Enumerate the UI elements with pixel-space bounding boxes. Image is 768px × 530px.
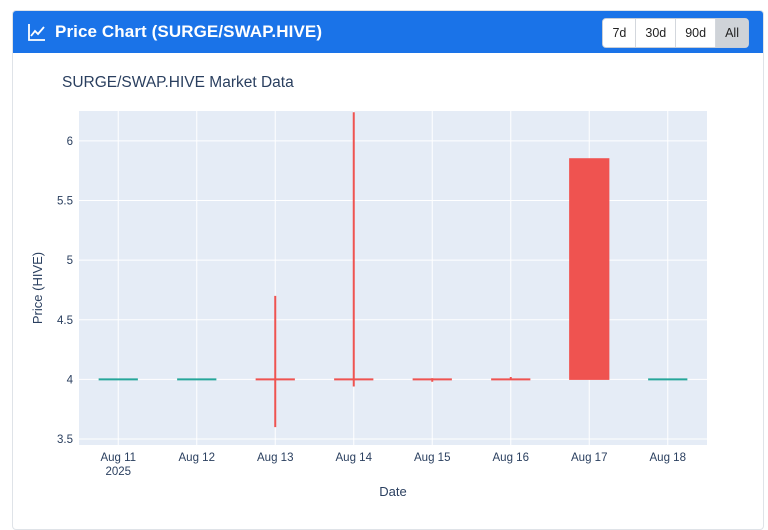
- range-7d-button[interactable]: 7d: [603, 19, 637, 47]
- range-all-button[interactable]: All: [716, 19, 748, 47]
- y-tick-label: 5.5: [57, 195, 73, 207]
- y-tick-label: 5: [67, 255, 73, 267]
- y-axis-title: Price (HIVE): [30, 252, 45, 324]
- price-chart-card: Price Chart (SURGE/SWAP.HIVE) 7d 30d 90d…: [12, 10, 764, 530]
- x-tick-label: Aug 16: [493, 452, 529, 464]
- y-axis-ticks: 3.5 4 4.5 5 5.5 6: [57, 136, 74, 446]
- chart-line-icon: [28, 24, 45, 41]
- x-axis-title: Date: [379, 484, 406, 499]
- x-tick-label: Aug 12: [179, 452, 215, 464]
- candlestick-chart: Aug 11 2025 Aug 12 Aug 13 Aug 14 Aug 15 Aug 16…: [30, 111, 707, 499]
- range-30d-button[interactable]: 30d: [636, 19, 677, 47]
- y-tick-label: 4.5: [57, 315, 73, 327]
- y-tick-label: 6: [67, 136, 73, 148]
- range-90d-button[interactable]: 90d: [676, 19, 717, 47]
- x-axis-ticks: Aug 11 2025 Aug 12 Aug 13 Aug 14 Aug 15 Aug 16…: [100, 452, 686, 478]
- candle-body: [569, 158, 610, 380]
- range-selector: 7d 30d 90d All: [602, 18, 749, 48]
- x-tick-label: Aug 13: [257, 452, 293, 464]
- x-tick-label: Aug 15: [414, 452, 450, 464]
- x-tick-year-label: 2025: [105, 466, 131, 478]
- card-header: Price Chart (SURGE/SWAP.HIVE) 7d 30d 90d…: [13, 11, 763, 53]
- x-tick-label: Aug 17: [571, 452, 607, 464]
- plot-area: [79, 111, 707, 445]
- x-tick-label: Aug 18: [650, 452, 686, 464]
- y-tick-label: 3.5: [57, 434, 73, 446]
- x-tick-label: Aug 11: [100, 452, 136, 464]
- card-title: Price Chart (SURGE/SWAP.HIVE): [55, 22, 323, 41]
- y-tick-label: 4: [67, 374, 74, 386]
- x-tick-label: Aug 14: [336, 452, 373, 464]
